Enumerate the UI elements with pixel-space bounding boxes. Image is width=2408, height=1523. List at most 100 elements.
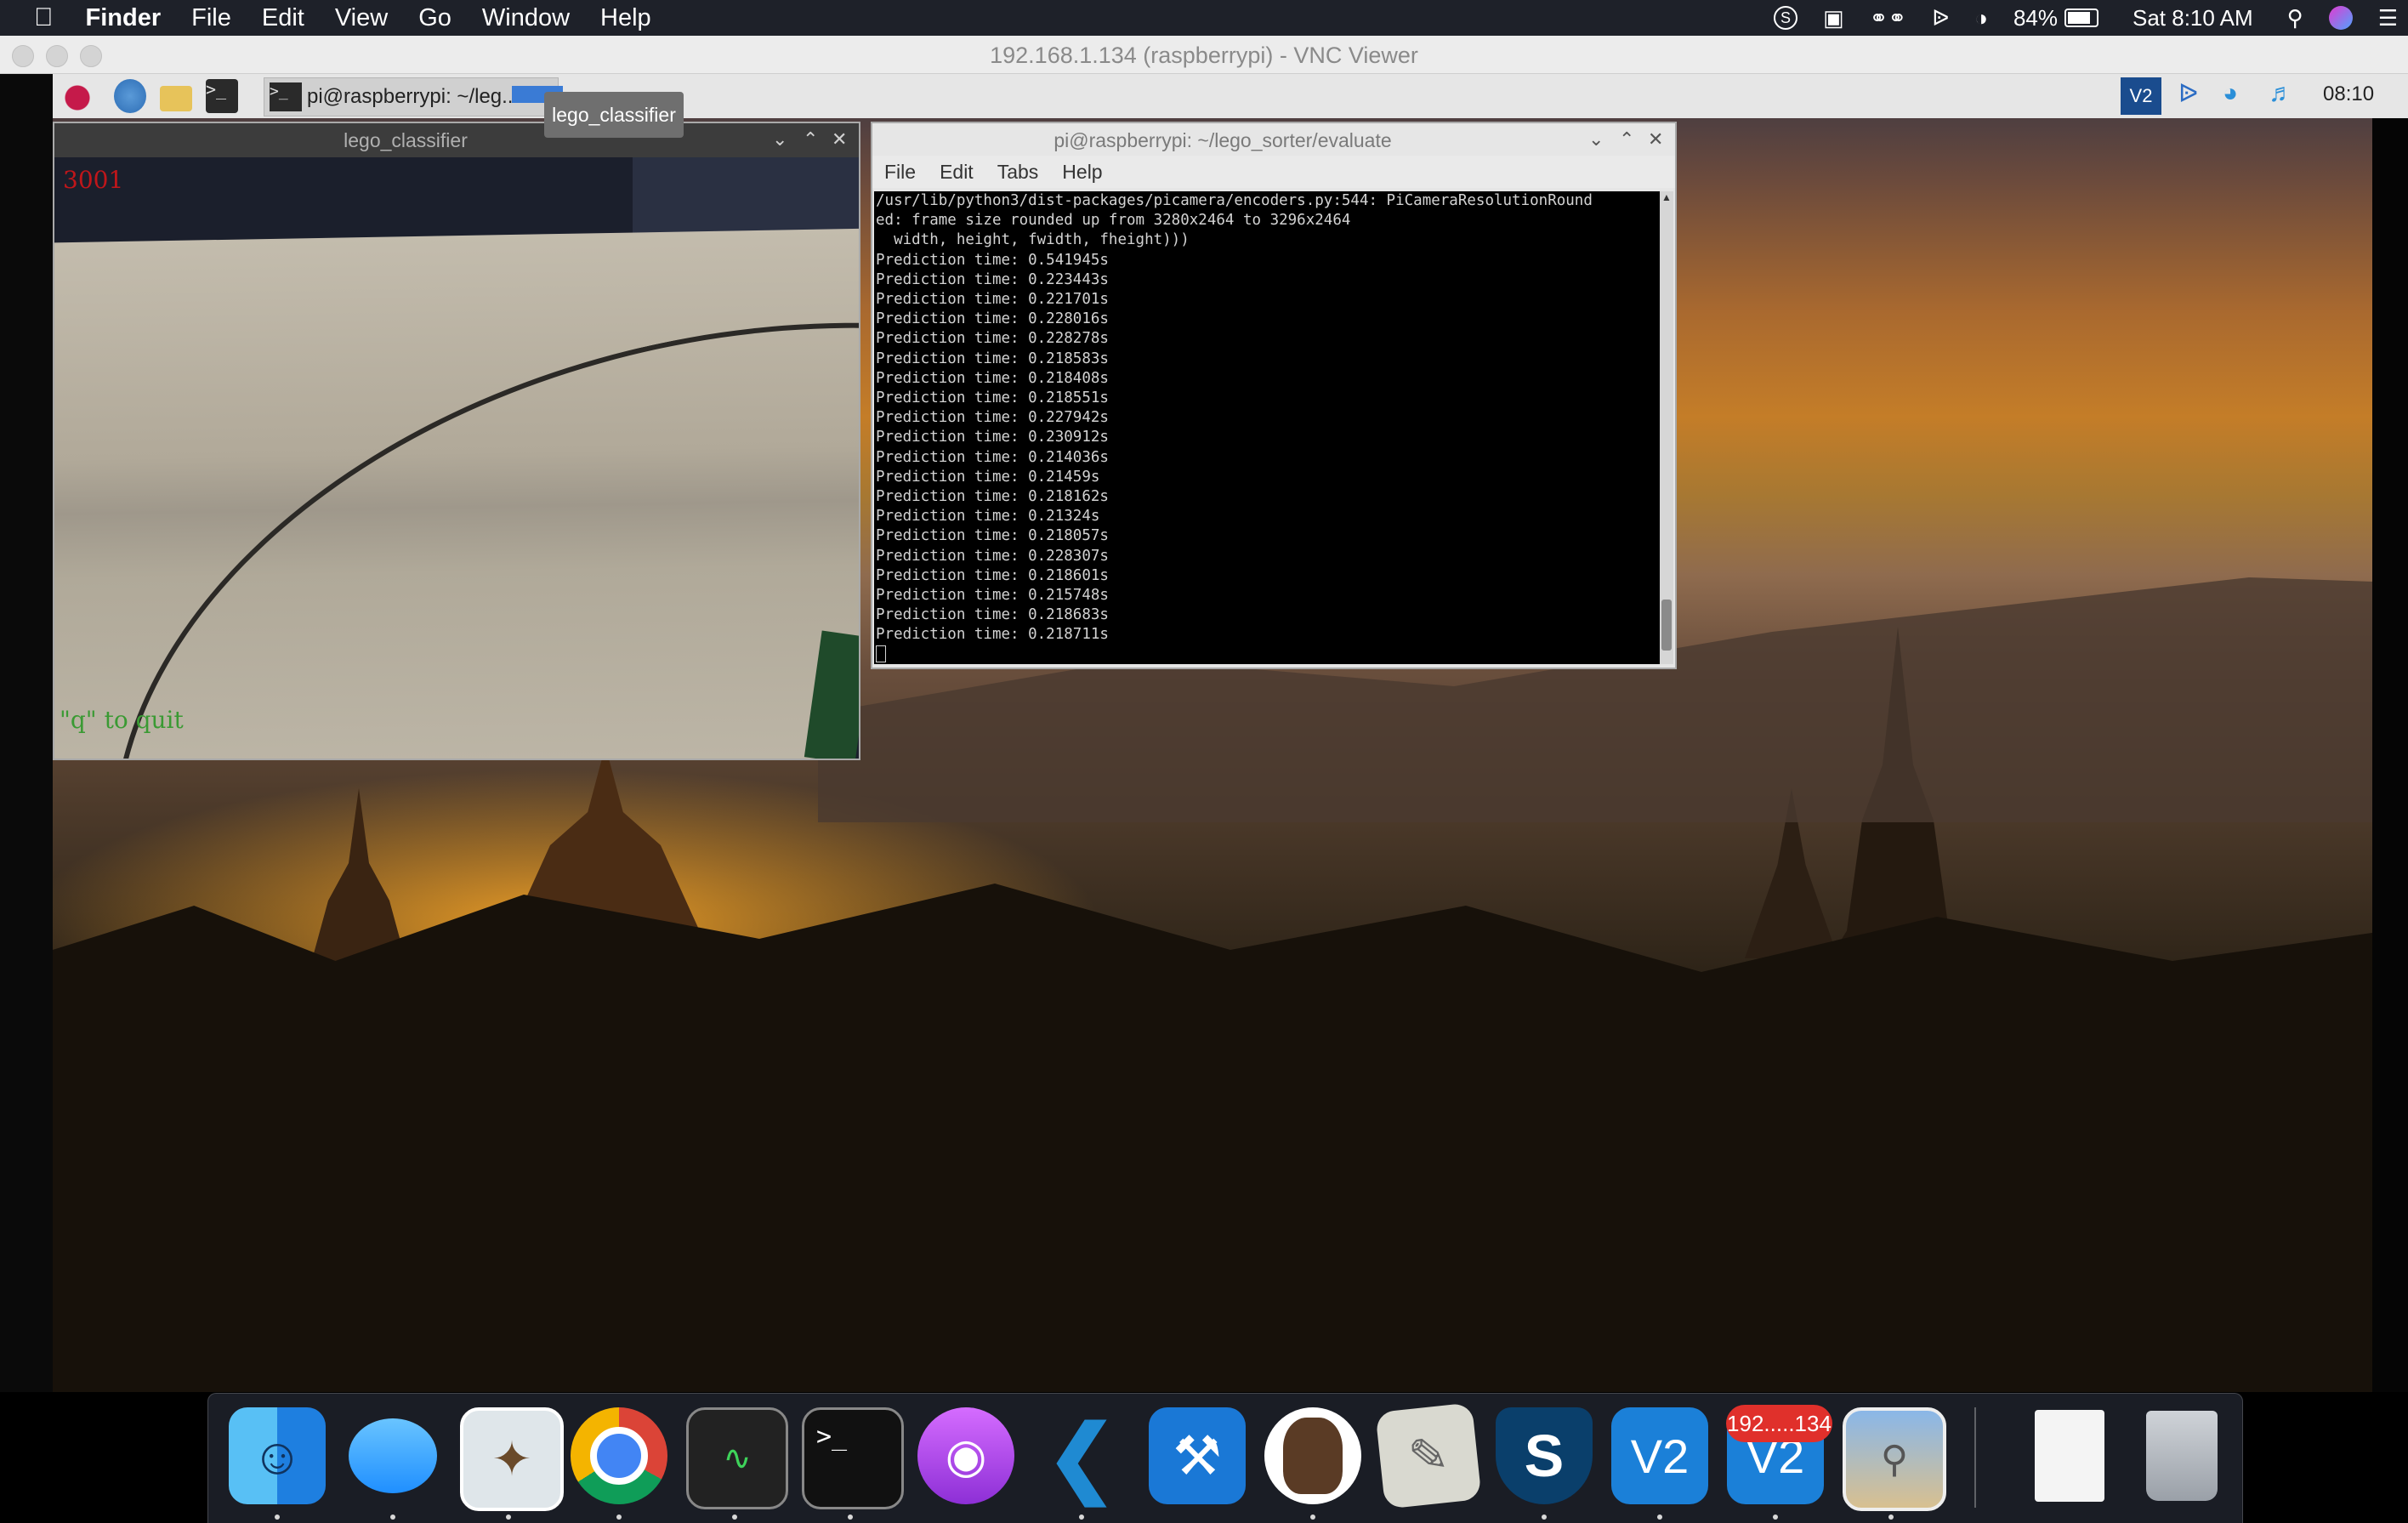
forest-silhouette	[53, 884, 2408, 1392]
terminal-line: Prediction time: 0.227942s	[876, 409, 1109, 427]
mac-dock: ☺ ✦ ∿ >_ ◉ ❮ ⚒ ✎ S V2 V2 ⚲	[207, 1393, 2243, 1523]
terminal-line: Prediction time: 0.218683s	[876, 606, 1109, 624]
sequel-pro-icon[interactable]	[1264, 1407, 1361, 1504]
running-indicator	[1310, 1514, 1315, 1520]
running-indicator	[1773, 1514, 1778, 1520]
running-indicator	[1657, 1514, 1662, 1520]
terminal-icon[interactable]: >_	[206, 79, 238, 113]
web-browser-icon[interactable]	[114, 79, 146, 113]
menu-help[interactable]: Help	[600, 4, 651, 32]
terminal-menubar: File Edit Tabs Help	[872, 156, 1675, 188]
terminal-line: Prediction time: 0.218583s	[876, 349, 1109, 367]
mac-menubar:  Finder File Edit View Go Window Help S…	[0, 0, 2408, 36]
terminal-scrollbar[interactable]: ▲	[1660, 191, 1673, 664]
camera-feed: 3001 "q" to quit	[54, 157, 859, 759]
document-icon[interactable]	[2021, 1407, 2118, 1504]
menu-go[interactable]: Go	[418, 4, 452, 32]
close-icon[interactable]: ✕	[832, 128, 847, 151]
chrome-icon[interactable]	[571, 1407, 667, 1504]
apple-icon[interactable]: 	[34, 3, 54, 32]
running-indicator	[616, 1514, 622, 1520]
terminal-line: Prediction time: 0.218162s	[876, 488, 1109, 506]
notification-center-icon[interactable]: ☰	[2378, 5, 2398, 31]
preview-icon[interactable]: ⚲	[1843, 1407, 1946, 1511]
battery-percent[interactable]: 84%	[2013, 5, 2058, 31]
terminal-icon[interactable]: >_	[802, 1407, 904, 1509]
wifi-icon[interactable]: ◑	[1974, 5, 1988, 31]
finder-icon[interactable]: ☺	[229, 1407, 326, 1504]
frame-counter: 3001	[63, 166, 124, 194]
vnc-right-margin	[2372, 74, 2408, 1392]
terminal-scroll-thumb[interactable]	[1661, 600, 1672, 651]
vscode-icon[interactable]: ❮	[1033, 1407, 1130, 1504]
terminal-line: width, height, fwidth, fheight)))	[876, 231, 1190, 249]
terminal-menu-edit[interactable]: Edit	[940, 161, 974, 184]
file-manager-icon[interactable]	[160, 86, 192, 111]
terminal-menu-help[interactable]: Help	[1062, 161, 1102, 184]
terminal-line: ed: frame size rounded up from 3280x2464…	[876, 212, 1351, 230]
pi-clock[interactable]: 08:10	[2323, 82, 2374, 116]
pi-wifi-icon[interactable]: ◕	[2223, 79, 2238, 113]
podcasts-icon[interactable]: ◉	[917, 1407, 1014, 1504]
terminal-window-title: pi@raspberrypi: ~/lego_sorter/evaluate	[1054, 129, 1392, 151]
vnc-viewer-titlebar: 192.168.1.134 (raspberrypi) - VNC Viewer	[0, 36, 2408, 74]
vnc-left-margin	[0, 74, 53, 1392]
glasses-icon[interactable]: ⚭⚭	[1870, 5, 1907, 31]
menubar-clock[interactable]: Sat 8:10 AM	[2133, 5, 2253, 31]
pi-bluetooth-icon[interactable]: ᐉ	[2178, 79, 2198, 113]
terminal-menu-tabs[interactable]: Tabs	[997, 161, 1039, 184]
minimize-icon[interactable]: ⌄	[1588, 128, 1604, 151]
minimize-icon[interactable]: ⌄	[772, 128, 787, 151]
menu-app-finder[interactable]: Finder	[86, 4, 162, 32]
running-indicator	[732, 1514, 737, 1520]
sophos-status-icon[interactable]: S	[1774, 6, 1798, 30]
xcode-icon[interactable]: ⚒	[1149, 1407, 1246, 1504]
running-indicator	[390, 1514, 395, 1520]
trash-icon[interactable]	[2133, 1407, 2230, 1504]
terminal-task-icon: >_	[270, 82, 302, 111]
maximize-icon[interactable]: ⌃	[1619, 128, 1634, 151]
terminal-line: Prediction time: 0.221701s	[876, 291, 1109, 309]
mail-icon[interactable]: ✦	[460, 1407, 564, 1511]
terminal-line: Prediction time: 0.218408s	[876, 369, 1109, 387]
menu-edit[interactable]: Edit	[262, 4, 304, 32]
vnc-viewer-icon[interactable]: V2	[1611, 1407, 1708, 1504]
terminal-output[interactable]: /usr/lib/python3/dist-packages/picamera/…	[874, 191, 1660, 664]
vnc-server-icon[interactable]: V2	[2121, 77, 2161, 115]
terminal-line: Prediction time: 0.21459s	[876, 468, 1100, 486]
terminal-line: Prediction time: 0.218601s	[876, 566, 1109, 584]
pi-taskbar: >_ >_ pi@raspberrypi: ~/leg... V2 ᐉ ◕ ♬ …	[53, 74, 2408, 118]
terminal-line: Prediction time: 0.228016s	[876, 310, 1109, 328]
running-indicator	[1888, 1514, 1894, 1520]
vnc-session-badge: 192.....134	[1726, 1405, 1832, 1442]
sophos-icon[interactable]: S	[1496, 1407, 1593, 1504]
lego-classifier-titlebar: lego_classifier ⌄ ⌃ ✕	[54, 123, 859, 157]
vnc-window-title: 192.168.1.134 (raspberrypi) - VNC Viewer	[990, 43, 1418, 68]
scroll-up-arrow-icon[interactable]: ▲	[1661, 191, 1672, 203]
running-indicator	[1542, 1514, 1547, 1520]
terminal-line: Prediction time: 0.215748s	[876, 587, 1109, 605]
messages-status-icon[interactable]: ▣	[1823, 5, 1844, 31]
terminal-menu-file[interactable]: File	[884, 161, 916, 184]
raspberry-menu-icon[interactable]	[61, 79, 94, 113]
terminal-line: Prediction time: 0.223443s	[876, 270, 1109, 288]
taskbar-task-label: pi@raspberrypi: ~/leg...	[307, 85, 520, 108]
terminal-window: pi@raspberrypi: ~/lego_sorter/evaluate ⌄…	[871, 122, 1677, 669]
menu-window[interactable]: Window	[482, 4, 570, 32]
dock-separator	[1974, 1407, 1976, 1508]
volume-icon[interactable]: ♬	[2269, 79, 2294, 113]
spotlight-search-icon[interactable]: ⚲	[2287, 5, 2303, 31]
close-icon[interactable]: ✕	[1648, 128, 1663, 151]
terminal-line: Prediction time: 0.214036s	[876, 448, 1109, 466]
script-editor-icon[interactable]: ✎	[1375, 1402, 1482, 1509]
menu-file[interactable]: File	[191, 4, 231, 32]
activity-monitor-icon[interactable]: ∿	[686, 1407, 788, 1509]
terminal-titlebar: pi@raspberrypi: ~/lego_sorter/evaluate ⌄…	[872, 123, 1675, 156]
maximize-icon[interactable]: ⌃	[803, 128, 818, 151]
bluetooth-icon[interactable]: ᐉ	[1932, 5, 1949, 31]
messages-icon[interactable]	[344, 1407, 441, 1504]
siri-icon[interactable]	[2328, 6, 2353, 30]
battery-icon[interactable]	[2064, 9, 2098, 27]
running-indicator	[275, 1514, 280, 1520]
menu-view[interactable]: View	[335, 4, 388, 32]
